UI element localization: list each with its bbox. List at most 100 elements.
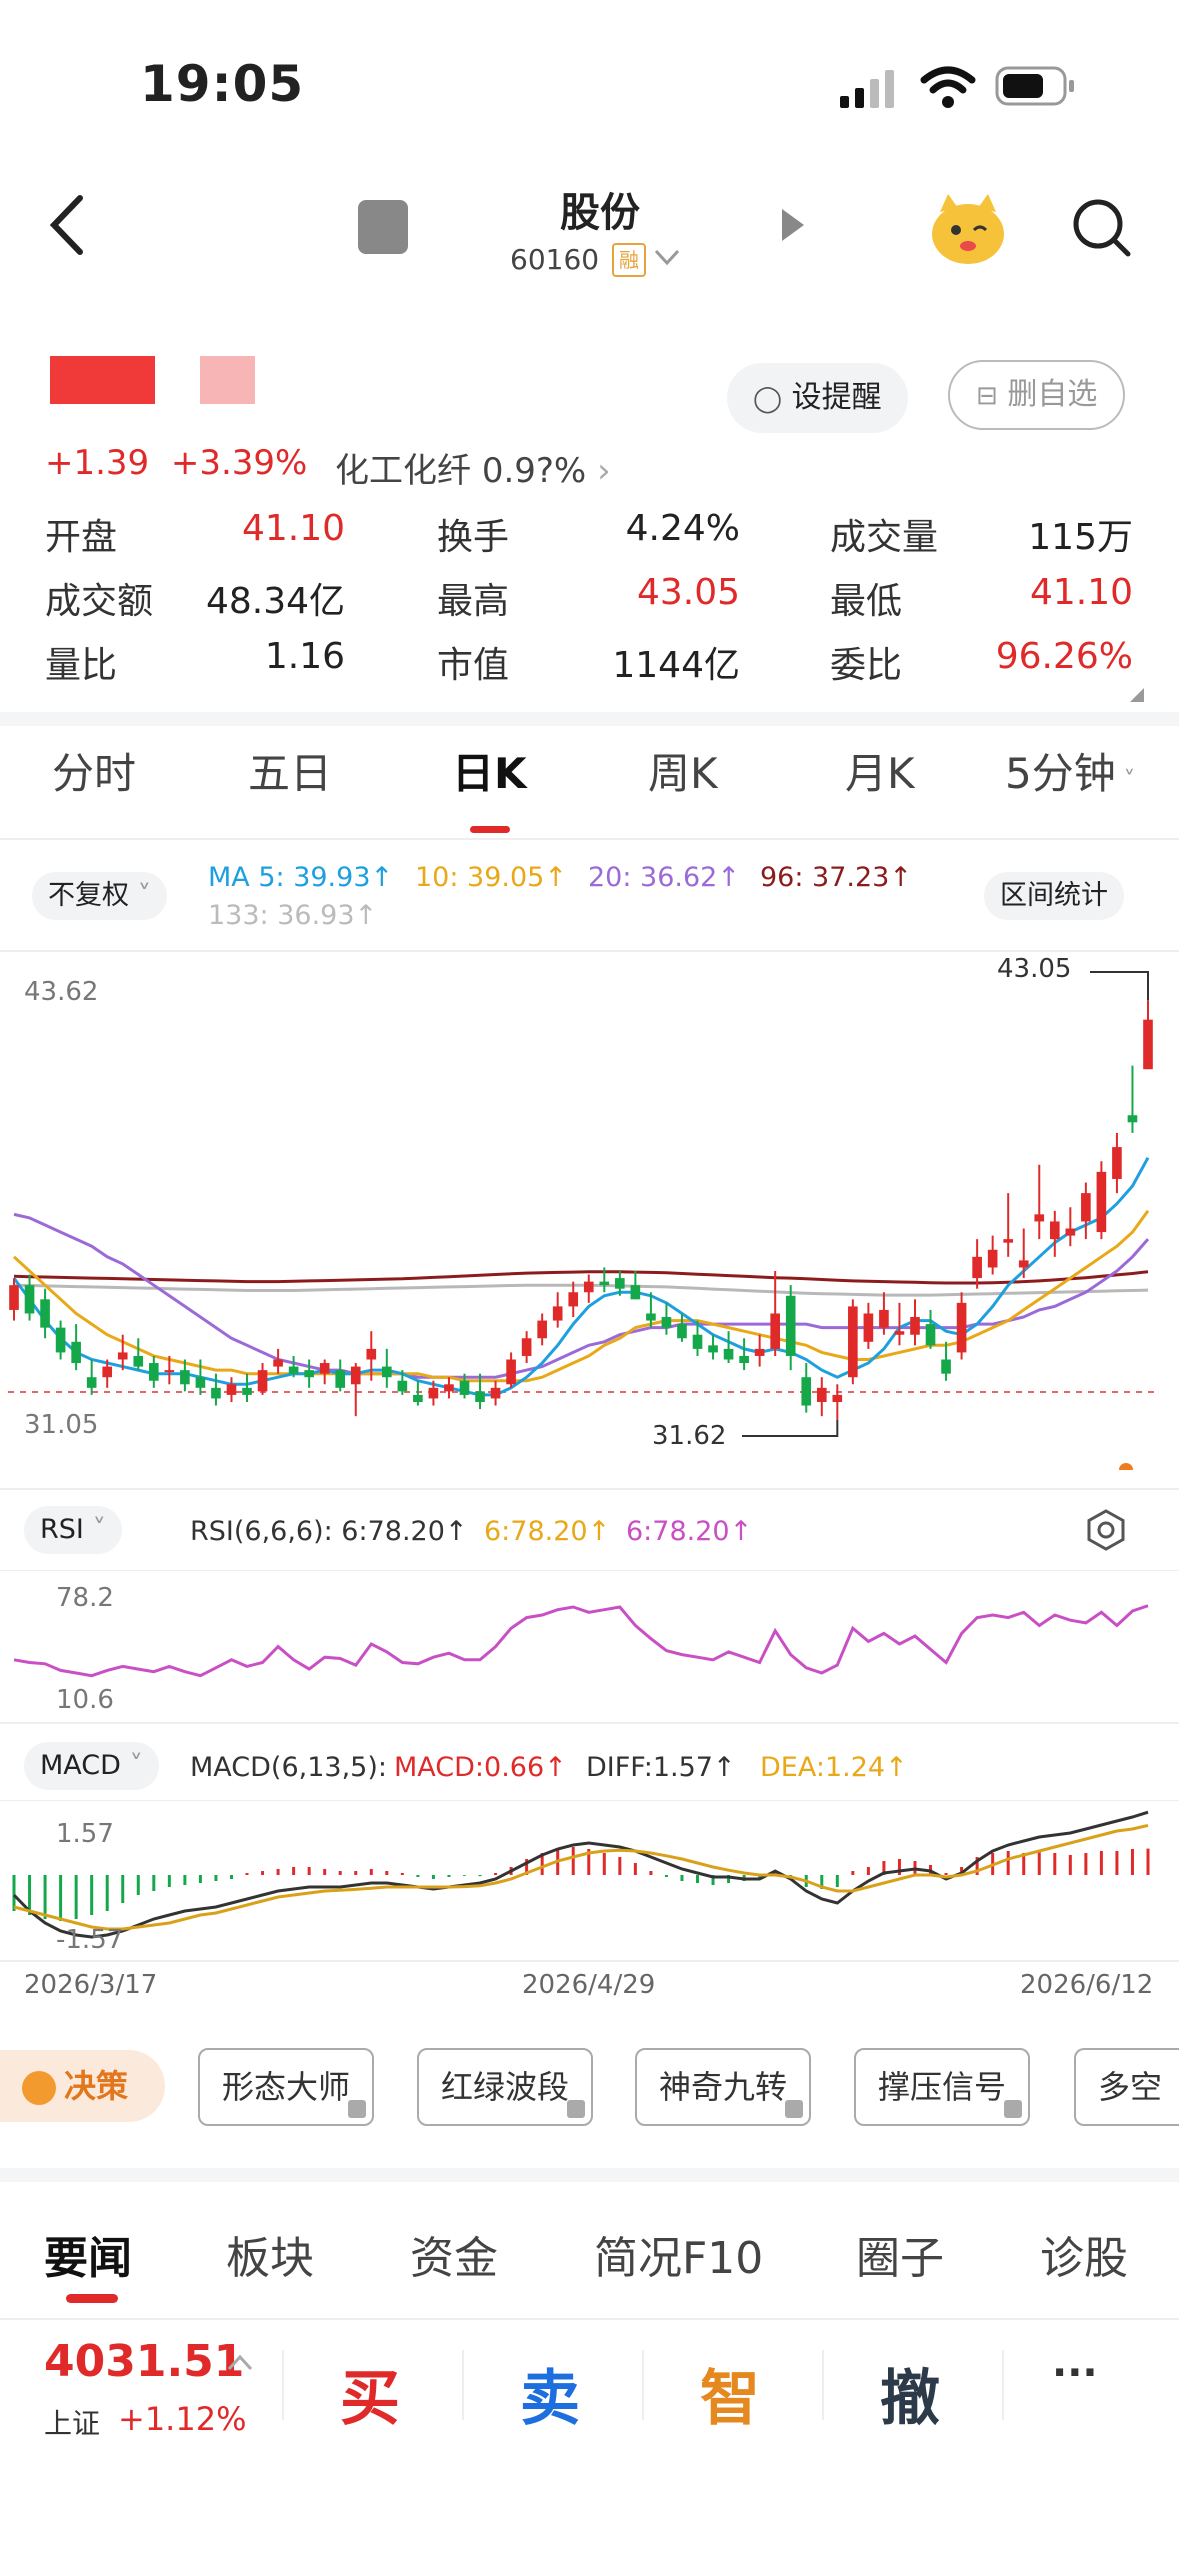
lock-icon xyxy=(785,2100,804,2118)
macd-low-label: -1.57 xyxy=(56,1925,123,1955)
signal-label: 撑压信号 xyxy=(878,2068,1007,2106)
ma20-line xyxy=(13,1212,1150,1379)
candle-body xyxy=(242,1387,252,1395)
rsi-low-label: 10.6 xyxy=(56,1685,114,1715)
candle-body xyxy=(801,1377,812,1406)
candlestick-chart[interactable]: 43.62 31.05 43.05 31.62 xyxy=(0,950,1179,1470)
buy-button[interactable]: 买 xyxy=(340,2350,400,2437)
high-marker-label: 43.05 xyxy=(997,954,1071,984)
candle-body xyxy=(1034,1214,1045,1222)
candle-body xyxy=(55,1327,66,1353)
range-stats-button[interactable]: 区间统计 xyxy=(984,872,1124,920)
tab-month-k[interactable]: 月K xyxy=(845,740,915,801)
candle-body xyxy=(537,1320,547,1339)
signal-red-green-band[interactable]: 红绿波段 xyxy=(417,2048,594,2126)
decision-button[interactable]: 决策 xyxy=(0,2050,165,2122)
date-mid: 2026/4/29 xyxy=(522,1970,656,2000)
stat-value: 41.10 xyxy=(241,508,345,549)
diff-value: DIFF:1.57↑ xyxy=(586,1752,736,1783)
signal-support-resistance[interactable]: 撑压信号 xyxy=(854,2048,1031,2126)
back-arrow-icon[interactable] xyxy=(40,190,100,260)
more-button[interactable]: ··· xyxy=(1052,2350,1098,2396)
y-max-label: 43.62 xyxy=(24,977,98,1007)
sector-link[interactable]: 化工化纤 0.9?% › xyxy=(335,443,611,492)
chevron-down-icon[interactable] xyxy=(652,245,682,269)
sell-button[interactable]: 卖 xyxy=(520,2350,580,2437)
tab-5min[interactable]: 5分钟 ˅ xyxy=(1005,740,1135,801)
index-value[interactable]: 4031.51 xyxy=(44,2336,244,2387)
cancel-order-button[interactable]: 撤 xyxy=(880,2350,940,2437)
rsi-high-label: 78.2 xyxy=(56,1583,114,1613)
settings-hexagon-icon[interactable] xyxy=(1084,1508,1128,1552)
candle-body xyxy=(723,1348,734,1360)
next-stock-icon[interactable] xyxy=(778,205,808,245)
rsi-chart[interactable]: 78.2 10.6 xyxy=(0,1570,1179,1720)
candle-body xyxy=(148,1363,159,1381)
signal-long-short[interactable]: 多空 xyxy=(1074,2048,1179,2126)
chevron-up-icon xyxy=(227,2354,253,2371)
index-percent: +1.12% xyxy=(118,2400,247,2438)
tab-sector[interactable]: 板块 xyxy=(226,2222,314,2286)
adjust-label: 不复权 xyxy=(48,880,129,911)
tab-fenshi[interactable]: 分时 xyxy=(52,740,136,801)
candle-body xyxy=(86,1377,97,1388)
tab-news[interactable]: 要闻 xyxy=(44,2222,132,2286)
candle-body xyxy=(117,1352,128,1360)
tab-five-day[interactable]: 五日 xyxy=(248,740,332,801)
remove-favorite-label: 删自选 xyxy=(1007,377,1098,412)
expand-corner-icon[interactable] xyxy=(1130,688,1144,702)
candle-body xyxy=(677,1324,687,1339)
adjust-dropdown[interactable]: 不复权 ˅ xyxy=(32,872,168,920)
high-marker-leader xyxy=(1090,971,1149,1001)
signal-magic-nine[interactable]: 神奇九转 xyxy=(635,2048,812,2126)
decision-label: 决策 xyxy=(64,2067,129,2105)
candle-body xyxy=(770,1313,780,1349)
tab-circle[interactable]: 圈子 xyxy=(856,2222,944,2286)
set-reminder-label: 设提醒 xyxy=(791,380,882,415)
smart-button[interactable]: 智 xyxy=(700,2350,760,2437)
candle-body xyxy=(1081,1193,1091,1222)
candle-body xyxy=(941,1359,951,1374)
candle-body xyxy=(552,1306,563,1321)
tab-5min-label: 5分钟 xyxy=(1005,749,1116,798)
cellular-signal-icon xyxy=(840,70,894,108)
ma133-legend: 133: 36.93↑ xyxy=(208,900,378,931)
tab-diagnosis[interactable]: 诊股 xyxy=(1040,2222,1128,2286)
macd-value: MACD:0.66↑ xyxy=(394,1752,567,1783)
macd-dropdown[interactable]: MACD ˅ xyxy=(24,1742,160,1790)
bar-divider xyxy=(642,2350,644,2420)
candle-body xyxy=(1065,1228,1076,1236)
candle-body xyxy=(754,1348,765,1356)
wifi-icon xyxy=(920,66,976,108)
macd-high-label: 1.57 xyxy=(56,1819,114,1849)
signal-pattern-master[interactable]: 形态大师 xyxy=(198,2048,375,2126)
tab-funds[interactable]: 资金 xyxy=(410,2222,498,2286)
rsi-dropdown[interactable]: RSI ˅ xyxy=(24,1506,122,1554)
candle-body xyxy=(785,1295,796,1356)
candle-body xyxy=(599,1281,610,1286)
remove-favorite-button[interactable]: ⊟ 删自选 xyxy=(948,360,1126,430)
bar-divider xyxy=(462,2350,464,2420)
candle-body xyxy=(366,1348,377,1360)
mascot-icon[interactable] xyxy=(928,190,1008,270)
tab-week-k[interactable]: 周K xyxy=(648,740,718,801)
rsi-separator xyxy=(0,1722,1179,1724)
minus-box-icon: ⊟ xyxy=(976,381,998,411)
set-reminder-button[interactable]: ◯ 设提醒 xyxy=(727,363,908,433)
tab-day-k[interactable]: 日K xyxy=(452,740,527,801)
candle-body xyxy=(490,1387,501,1399)
search-icon[interactable] xyxy=(1070,196,1134,260)
date-end: 2026/6/12 xyxy=(1020,1970,1154,2000)
date-start: 2026/3/17 xyxy=(24,1970,158,2000)
chevron-down-icon: ˅ xyxy=(129,880,152,911)
tab-f10[interactable]: 简况F10 xyxy=(594,2222,763,2286)
candle-body xyxy=(164,1370,175,1373)
macd-chart[interactable]: 1.57 -1.57 xyxy=(0,1800,1179,1960)
candle-body xyxy=(1143,1019,1153,1070)
candle-body xyxy=(832,1394,843,1402)
candle-body xyxy=(646,1313,656,1321)
y-min-label: 31.05 xyxy=(24,1410,98,1440)
bar-divider xyxy=(282,2350,284,2420)
stat-value: 43.05 xyxy=(636,572,740,613)
candle-body xyxy=(459,1380,470,1395)
